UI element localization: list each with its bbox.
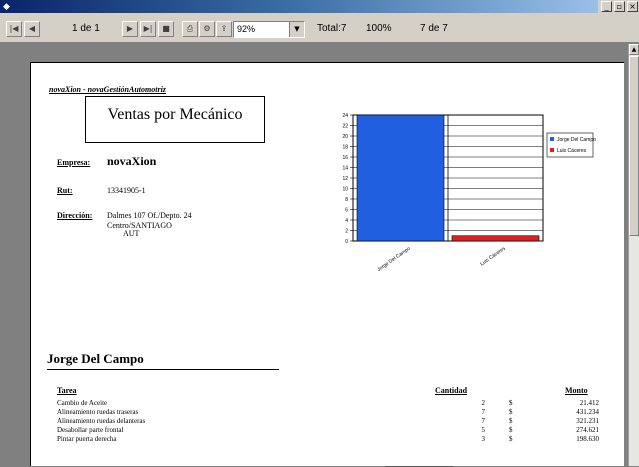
y-tick-label: 14 (342, 166, 348, 172)
currency-cell: $ (509, 417, 513, 425)
company-label: Empresa: (57, 158, 91, 167)
task-cell: Pintar puerta derecha (57, 435, 117, 443)
table-row: Cambio de Aceite 2 $ 21.412 (31, 399, 625, 408)
restore-button[interactable]: ▫ (614, 1, 625, 12)
percent-loaded: 100% (366, 23, 392, 34)
amount-header: Monto (565, 386, 588, 395)
qty-cell: 7 (481, 417, 486, 425)
y-tick-label: 0 (345, 239, 348, 245)
scroll-thumb[interactable] (629, 56, 639, 236)
zoom-select[interactable]: 92% ▼ (233, 21, 305, 38)
total-records: Total:7 (317, 23, 347, 34)
task-cell: Alineamiento ruedas traseras (57, 408, 139, 416)
report-app-header: novaXion - novaGestiónAutomotriz (49, 85, 166, 94)
qty-cell: 2 (481, 399, 486, 407)
report-title: Ventas por Mecánico (107, 106, 243, 123)
close-button[interactable]: × (627, 1, 638, 12)
export-icon[interactable]: ⇪ (216, 21, 232, 37)
y-tick-label: 16 (342, 155, 348, 161)
y-tick-label: 24 (342, 113, 348, 119)
record-indicator: 7 de 7 (420, 23, 448, 34)
x-tick-label: Luis Cáceres (479, 245, 507, 267)
chevron-down-icon[interactable]: ▼ (289, 22, 304, 37)
legend-swatch (550, 137, 554, 141)
mechanic-name: Jorge Del Campo (47, 351, 144, 366)
window-titlebar: ◆ _ ▫ × (0, 0, 639, 13)
scroll-up-icon[interactable]: ▲ (629, 44, 639, 55)
y-tick-label: 12 (342, 176, 348, 182)
currency-cell: $ (509, 426, 513, 434)
table-row: Desabollar parte frontal 5 $ 274.621 (31, 426, 625, 435)
task-header: Tarea (57, 386, 77, 395)
report-page: novaXion - novaGestiónAutomotriz Ventas … (30, 62, 625, 467)
table-row: Alineamiento ruedas traseras 7 $ 431.234 (31, 408, 625, 417)
next-page-icon[interactable]: ▶ (122, 21, 138, 37)
currency-cell: $ (509, 408, 513, 416)
task-cell: Desabollar parte frontal (57, 426, 124, 434)
section-divider (47, 369, 279, 370)
address-line-3: AUT (123, 229, 140, 238)
table-row: Alineamiento ruedas delanteras 7 $ 321.2… (31, 417, 625, 426)
sales-bar-chart: 024681012141618202224Jorge Del Campo Luis… (342, 113, 596, 273)
amount-cell: 198.630 (576, 435, 599, 443)
address-line-1: Dalmes 107 Of./Depto. 24 (107, 211, 192, 220)
bar (356, 114, 445, 242)
y-tick-label: 8 (345, 197, 348, 203)
app-icon: ◆ (3, 1, 10, 11)
amount-cell: 274.621 (576, 426, 599, 434)
task-cell: Cambio de Aceite (57, 399, 108, 407)
vertical-scrollbar[interactable]: ▲ (628, 44, 639, 466)
printer-setup-icon[interactable]: ⚙ (199, 21, 215, 37)
previous-page-icon[interactable]: ◀ (24, 21, 40, 37)
task-cell: Alineamiento ruedas delanteras (57, 417, 146, 425)
report-title-box: Ventas por Mecánico (85, 96, 265, 143)
x-tick-label: Jorge Del Campo (376, 246, 411, 273)
rut-label: Rut: (57, 186, 73, 195)
page-indicator: 1 de 1 (72, 23, 100, 34)
report-toolbar: |◀ ◀ 1 de 1 ▶ ▶| ■ ⎙ ⚙ ⇪ 92% ▼ Total:7 1… (0, 13, 639, 43)
qty-cell: 7 (481, 408, 486, 416)
currency-cell: $ (509, 399, 513, 407)
y-tick-label: 6 (345, 208, 348, 214)
table-row: Pintar puerta derecha 3 $ 198.630 (31, 435, 625, 444)
amount-cell: 21.412 (579, 399, 599, 407)
zoom-value: 92% (237, 24, 256, 34)
stop-icon[interactable]: ■ (158, 21, 174, 37)
window-controls: _ ▫ × (598, 0, 639, 13)
amount-cell: 431.234 (576, 408, 599, 416)
print-icon[interactable]: ⎙ (182, 21, 198, 37)
qty-cell: 3 (481, 435, 486, 443)
bar (451, 235, 540, 242)
legend-label: Luis Cáceres (557, 148, 587, 154)
y-tick-label: 20 (342, 134, 348, 140)
last-page-icon[interactable]: ▶| (140, 21, 156, 37)
currency-cell: $ (509, 435, 513, 443)
y-tick-label: 22 (342, 124, 348, 130)
first-page-icon[interactable]: |◀ (6, 21, 22, 37)
qty-cell: 5 (481, 426, 486, 434)
y-tick-label: 2 (345, 229, 348, 235)
company-value: novaXion (107, 154, 157, 168)
y-tick-label: 10 (342, 187, 348, 193)
y-tick-label: 18 (342, 145, 348, 151)
qty-header: Cantidad (435, 386, 468, 395)
legend-label: Jorge Del Campo (557, 137, 596, 143)
minimize-button[interactable]: _ (601, 1, 612, 12)
rut-value: 13341905-1 (107, 186, 146, 195)
amount-cell: 321.231 (576, 417, 599, 425)
y-tick-label: 4 (345, 218, 348, 224)
legend-swatch (550, 148, 554, 152)
address-label: Dirección: (57, 211, 93, 220)
